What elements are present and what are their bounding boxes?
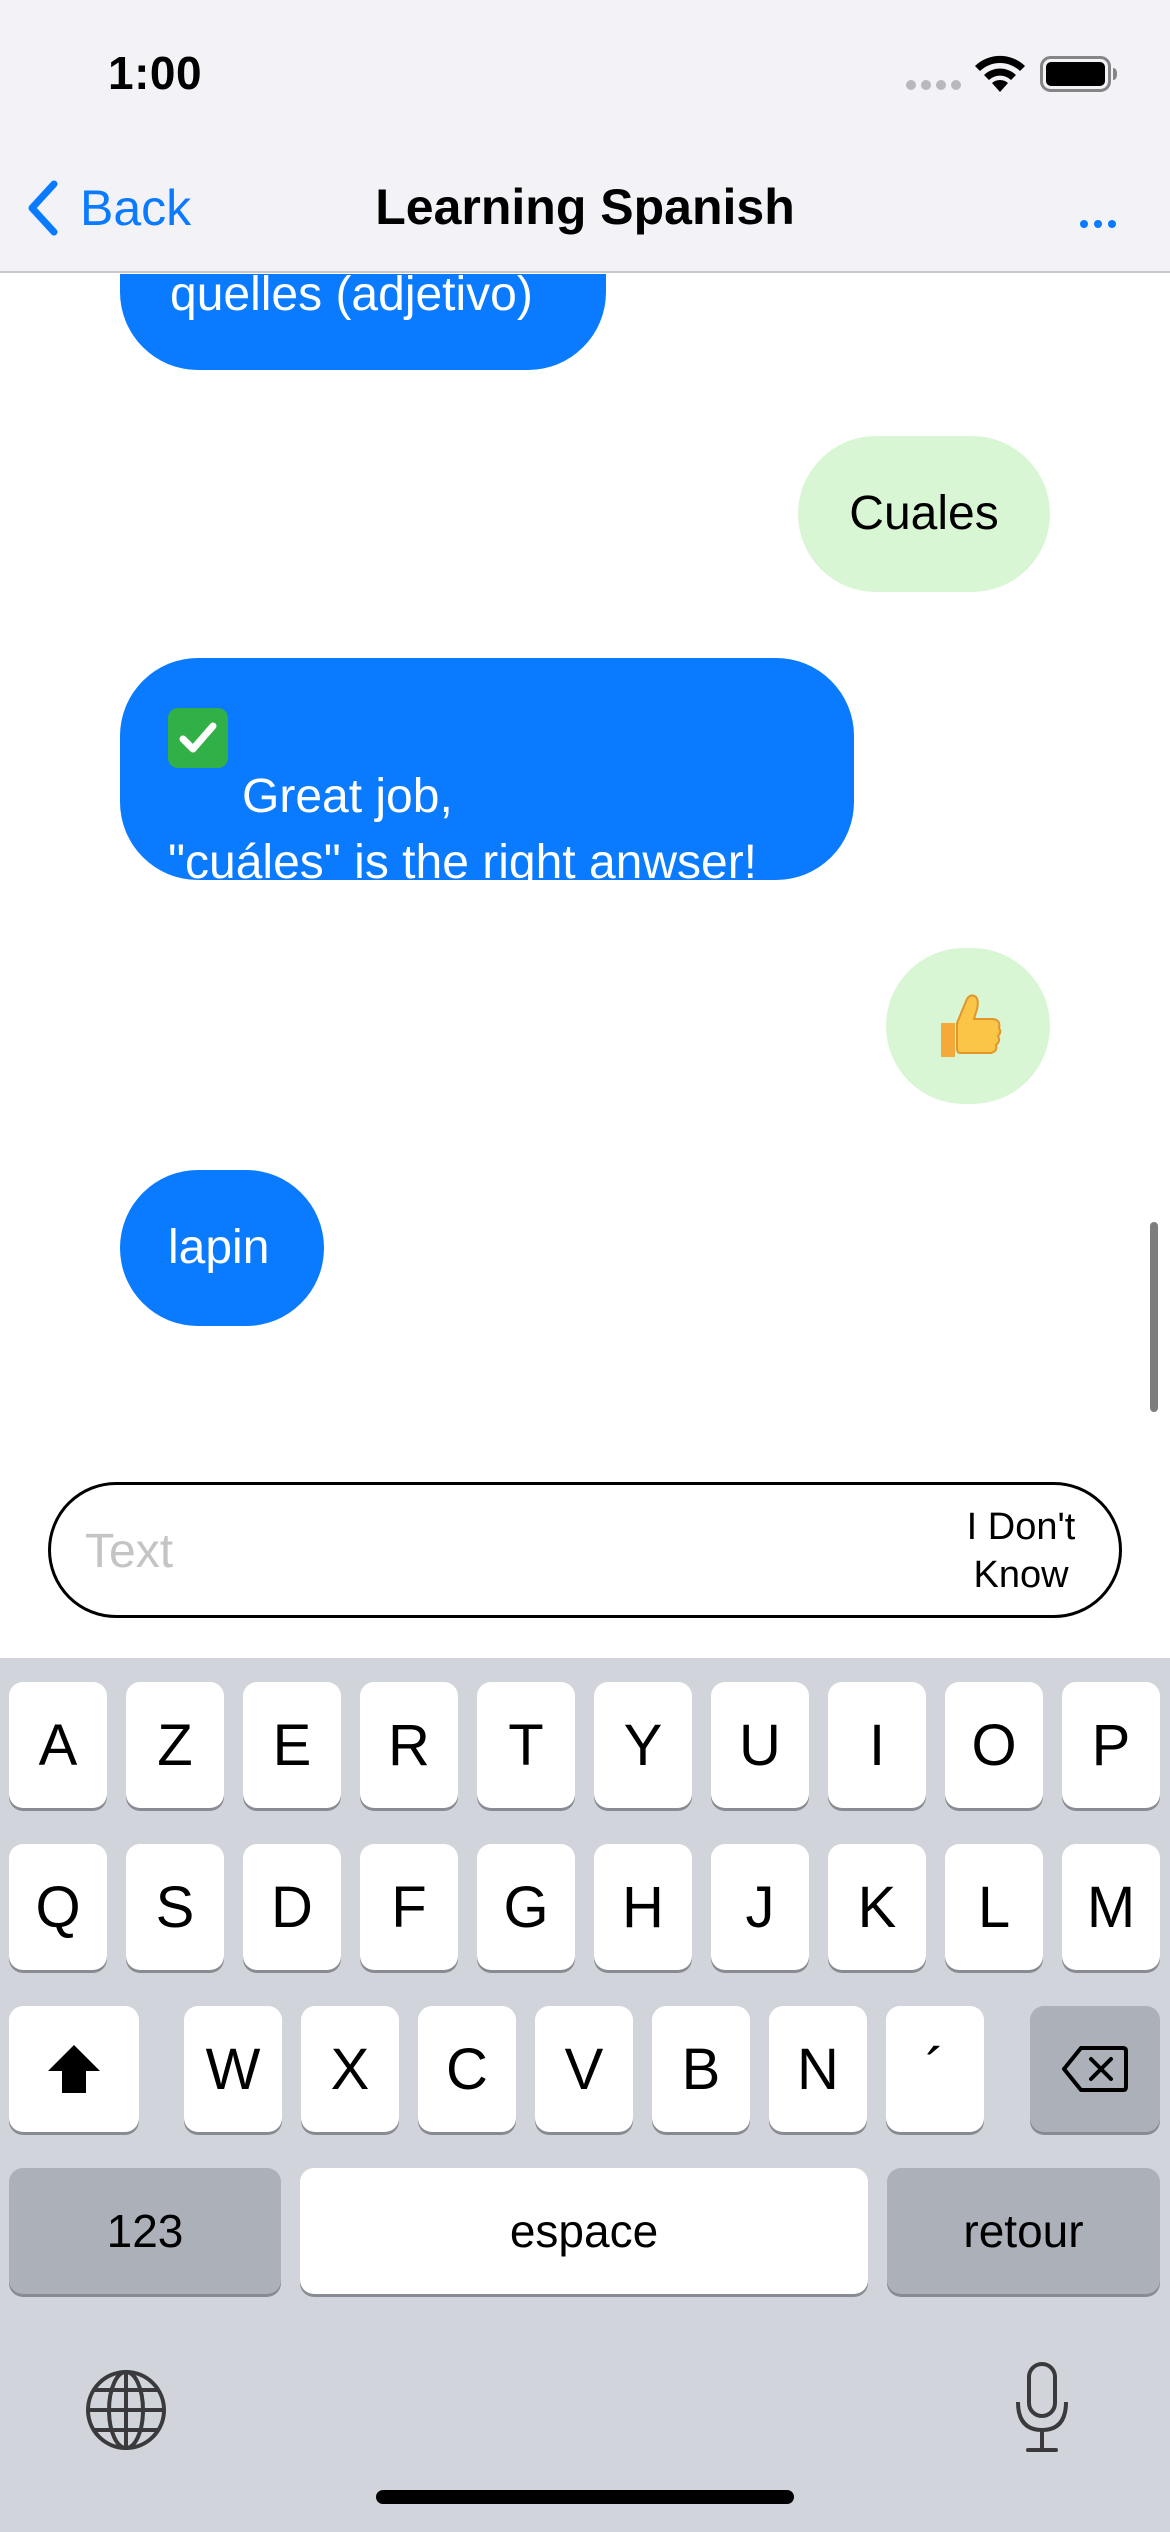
- key-acute-accent[interactable]: ´: [886, 2006, 984, 2132]
- text-input[interactable]: [85, 1515, 905, 1587]
- key-v[interactable]: V: [535, 2006, 633, 2132]
- check-mark-icon: [168, 708, 228, 768]
- key-i[interactable]: I: [828, 1682, 926, 1808]
- key-u[interactable]: U: [711, 1682, 809, 1808]
- key-y[interactable]: Y: [594, 1682, 692, 1808]
- key-b[interactable]: B: [652, 2006, 750, 2132]
- delete-key[interactable]: [1030, 2006, 1160, 2132]
- numbers-key[interactable]: 123: [9, 2168, 281, 2294]
- delete-icon: [1062, 2046, 1128, 2092]
- user-message-bubble: Cuales: [798, 436, 1050, 592]
- key-z[interactable]: Z: [126, 1682, 224, 1808]
- shift-key[interactable]: [9, 2006, 139, 2132]
- bot-message-bubble: Great job, "cuáles" is the right anwser!: [120, 658, 854, 889]
- space-key[interactable]: espace: [300, 2168, 868, 2294]
- key-f[interactable]: F: [360, 1844, 458, 1970]
- key-l[interactable]: L: [945, 1844, 1043, 1970]
- key-c[interactable]: C: [418, 2006, 516, 2132]
- microphone-icon[interactable]: [1010, 2360, 1074, 2456]
- message-text: Great job, "cuáles" is the right anwser!: [168, 770, 758, 889]
- message-text: lapin: [168, 1221, 270, 1274]
- wifi-icon: [975, 55, 1025, 92]
- bot-message-bubble: lapin: [120, 1170, 324, 1326]
- key-w[interactable]: W: [184, 2006, 282, 2132]
- signal-icon: [906, 80, 961, 92]
- key-m[interactable]: M: [1062, 1844, 1160, 1970]
- key-e[interactable]: E: [243, 1682, 341, 1808]
- message-text: quelles (adjetivo): [170, 274, 533, 321]
- key-x[interactable]: X: [301, 2006, 399, 2132]
- bot-message-bubble: quelles (adjetivo): [120, 274, 606, 370]
- key-d[interactable]: D: [243, 1844, 341, 1970]
- status-time: 1:00: [108, 47, 203, 99]
- scrollbar[interactable]: [1150, 1222, 1158, 1412]
- user-message-bubble: [886, 948, 1050, 1104]
- thumbs-up-icon: [941, 994, 1002, 1057]
- key-h[interactable]: H: [594, 1844, 692, 1970]
- key-p[interactable]: P: [1062, 1682, 1160, 1808]
- message-text: Cuales: [849, 487, 999, 540]
- message-composer: I Don't Know: [48, 1482, 1122, 1618]
- return-key[interactable]: retour: [887, 2168, 1160, 2294]
- globe-icon[interactable]: [84, 2368, 168, 2452]
- more-button[interactable]: [1080, 186, 1120, 228]
- key-r[interactable]: R: [360, 1682, 458, 1808]
- navigation-bar: 1:00 Back Learning Spanish: [0, 0, 1170, 273]
- home-indicator[interactable]: [376, 2490, 794, 2504]
- key-a[interactable]: A: [9, 1682, 107, 1808]
- key-t[interactable]: T: [477, 1682, 575, 1808]
- key-o[interactable]: O: [945, 1682, 1043, 1808]
- key-s[interactable]: S: [126, 1844, 224, 1970]
- key-n[interactable]: N: [769, 2006, 867, 2132]
- i-dont-know-button[interactable]: I Don't Know: [941, 1503, 1101, 1599]
- chat-thread[interactable]: quelles (adjetivo) Cuales Great job, "cu…: [0, 274, 1170, 1434]
- key-g[interactable]: G: [477, 1844, 575, 1970]
- key-q[interactable]: Q: [9, 1844, 107, 1970]
- page-title: Learning Spanish: [375, 179, 795, 235]
- battery-icon: [1040, 56, 1117, 92]
- key-j[interactable]: J: [711, 1844, 809, 1970]
- key-k[interactable]: K: [828, 1844, 926, 1970]
- shift-icon: [48, 2045, 100, 2093]
